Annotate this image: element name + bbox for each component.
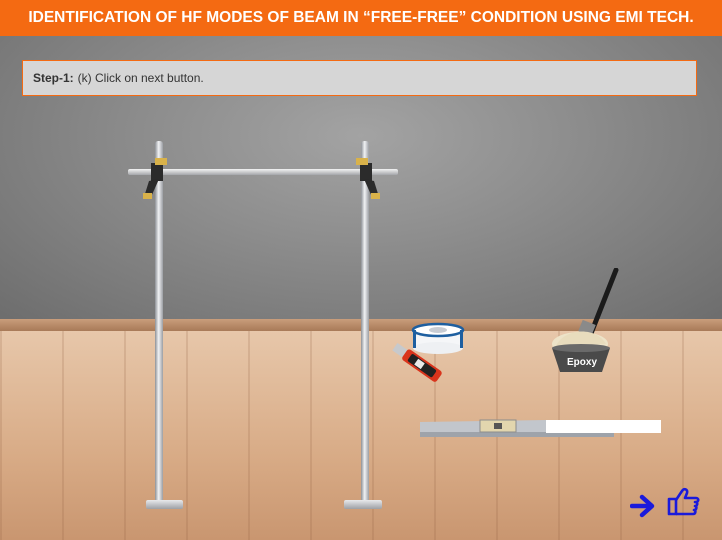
right-stand-base: [344, 500, 382, 509]
left-clamp-icon: [143, 158, 167, 199]
step-text: (k) Click on next button.: [77, 71, 204, 85]
step-label: Step-1:: [33, 71, 74, 85]
epoxy-label: Epoxy: [567, 357, 598, 368]
page-title: IDENTIFICATION OF HF MODES OF BEAM IN “F…: [0, 0, 722, 36]
right-clamp-icon: [356, 158, 380, 199]
instruction-box: Step-1: (k) Click on next button.: [22, 60, 697, 96]
hand-pointer-icon[interactable]: [665, 486, 701, 520]
cutter-knife-icon: [392, 343, 442, 382]
lab-scene: Step-1: (k) Click on next button. Epoxy: [0, 36, 722, 540]
left-stand-base: [146, 500, 183, 509]
steel-scale-icon: [420, 419, 661, 437]
arrow-right-icon[interactable]: [630, 494, 656, 518]
